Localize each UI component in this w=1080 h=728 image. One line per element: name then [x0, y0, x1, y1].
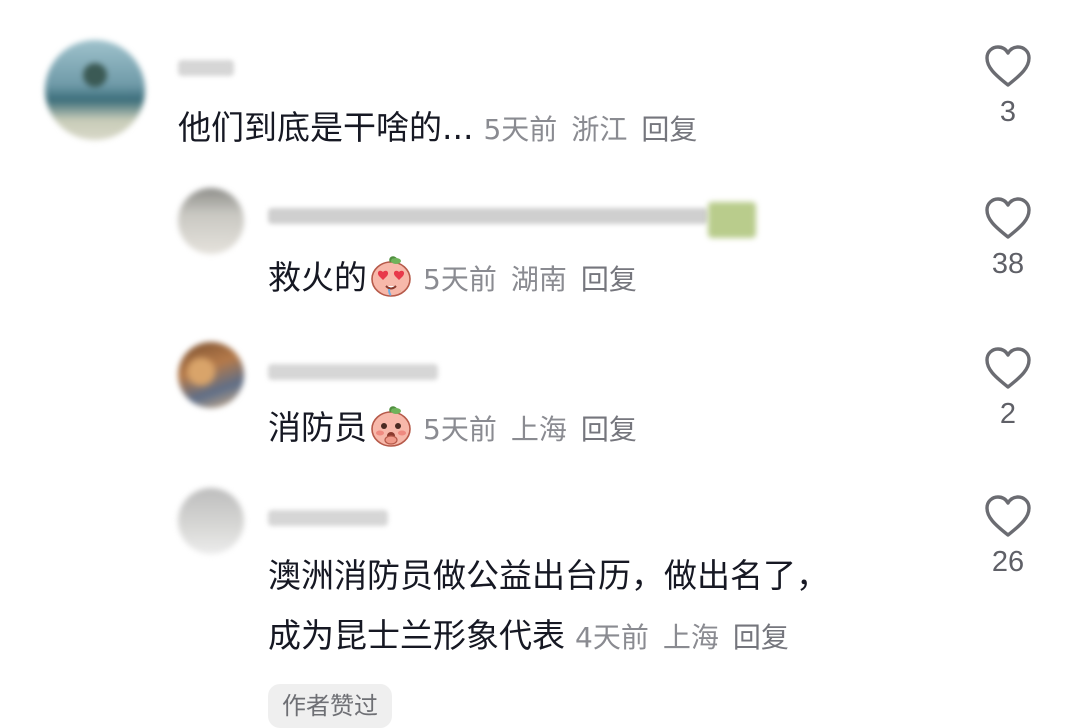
reply-button[interactable]: 回复	[581, 413, 637, 446]
avatar[interactable]	[178, 342, 244, 408]
username-blurred[interactable]	[178, 60, 234, 76]
comment-body: 成为昆士兰形象代表 4天前 上海 回复	[268, 614, 803, 660]
heart-icon	[985, 45, 1031, 87]
reply-button[interactable]: 回复	[733, 621, 789, 654]
username-blurred[interactable]	[268, 208, 708, 224]
heart-eyes-peach-emoji	[369, 254, 413, 298]
avatar[interactable]	[178, 188, 244, 254]
like-button[interactable]: 38	[968, 196, 1048, 282]
reply-button[interactable]: 回复	[641, 113, 697, 146]
username-blurred[interactable]	[268, 510, 388, 526]
like-count: 26	[991, 546, 1025, 578]
comment-time: 5天前	[423, 413, 497, 446]
comment-text-line2: 成为昆士兰形象代表	[268, 616, 565, 655]
comment-location: 湖南	[510, 263, 567, 296]
like-count: 38	[991, 248, 1025, 280]
comment-location: 浙江	[571, 113, 628, 146]
comment-body: 他们到底是干啥的... 5天前 浙江 回复	[178, 106, 711, 152]
comment-location: 上海	[510, 413, 567, 446]
comment-location: 上海	[662, 621, 719, 654]
author-liked-badge: 作者赞过	[268, 684, 392, 728]
heart-icon	[985, 495, 1031, 537]
comment-text: 消防员	[268, 408, 367, 447]
like-count: 2	[999, 398, 1017, 430]
heart-icon	[985, 347, 1031, 389]
comment-body: 救火的 5天前 湖南 回复	[268, 254, 651, 302]
like-count: 3	[999, 96, 1017, 128]
like-button[interactable]: 26	[968, 494, 1048, 580]
heart-icon	[985, 197, 1031, 239]
username-blurred[interactable]	[268, 364, 438, 380]
comment-time: 4天前	[575, 621, 649, 654]
reply-button[interactable]: 回复	[581, 263, 637, 296]
like-button[interactable]: 2	[968, 346, 1048, 432]
comment-text: 他们到底是干啥的...	[178, 108, 474, 147]
like-button[interactable]: 3	[968, 44, 1048, 130]
comment-time: 5天前	[483, 113, 558, 146]
avatar[interactable]	[45, 40, 145, 140]
avatar[interactable]	[178, 488, 244, 554]
comment-text: 救火的	[268, 258, 367, 297]
comment-body: 消防员 5天前 上海 回复	[268, 404, 651, 452]
badge-icon	[708, 202, 756, 238]
comment-time: 5天前	[423, 263, 497, 296]
comment-text-line1: 澳洲消防员做公益出台历，做出名了，	[268, 556, 829, 595]
shy-peach-emoji	[369, 404, 413, 448]
